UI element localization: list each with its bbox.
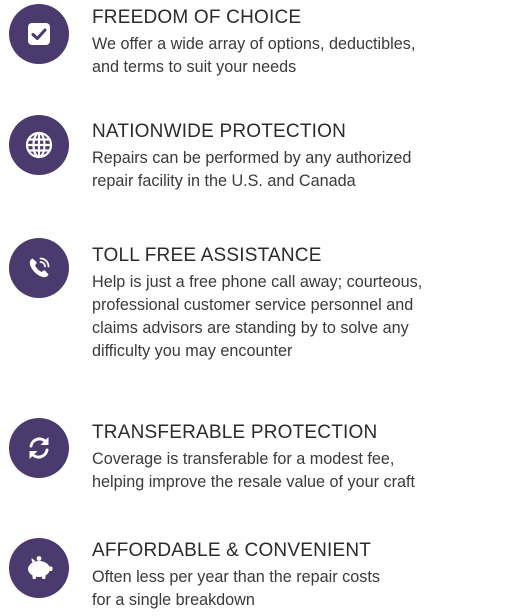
checkbox-icon xyxy=(9,4,69,64)
feature-title: AFFORDABLE & CONVENIENT xyxy=(92,540,372,561)
feature-description: Help is just a free phone call away; cou… xyxy=(92,273,423,360)
transfer-arrows-icon xyxy=(9,418,69,478)
feature-title: TRANSFERABLE PROTECTION xyxy=(92,422,378,443)
feature-title: FREEDOM OF CHOICE xyxy=(92,7,302,28)
feature-title: NATIONWIDE PROTECTION xyxy=(92,121,347,142)
globe-icon xyxy=(9,115,69,175)
feature-title: TOLL FREE ASSISTANCE xyxy=(92,245,322,266)
feature-description: Often less per year than the repair cost… xyxy=(92,568,380,609)
phone-icon xyxy=(9,238,69,298)
piggy-bank-icon xyxy=(9,538,69,598)
feature-description: Repairs can be performed by any authoriz… xyxy=(92,149,412,190)
feature-description: We offer a wide array of options, deduct… xyxy=(92,35,416,76)
feature-description: Coverage is transferable for a modest fe… xyxy=(92,450,416,491)
